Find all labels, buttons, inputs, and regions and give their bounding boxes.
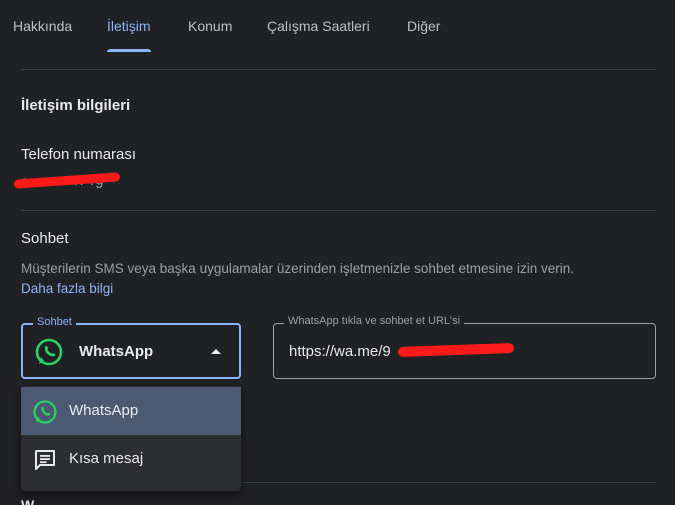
chat-description: Müşterilerin SMS veya başka uygulamalar … [21,261,575,276]
contact-page: Hakkında İletişim Konum Çalışma Saatleri… [0,0,675,505]
divider [21,210,656,211]
tab-hours[interactable]: Çalışma Saatleri [267,0,370,52]
menu-item-label: Kısa mesaj [69,450,144,467]
tab-about[interactable]: Hakkında [13,0,72,52]
chat-type-select[interactable]: Sohbet WhatsApp [21,316,241,379]
url-legend: WhatsApp tıkla ve sohbet et URL'si [284,315,465,327]
phone-label: Telefon numarası [21,146,137,163]
chat-title: Sohbet [21,230,69,247]
message-icon [35,450,55,470]
learn-more-link[interactable]: Daha fazla bilgi [21,281,113,296]
select-value: WhatsApp [79,343,154,360]
chat-type-menu: WhatsApp Kısa mesaj [21,386,241,491]
whatsapp-icon [33,400,57,424]
caret-up-icon [211,349,221,354]
tab-location[interactable]: Konum [188,0,232,52]
whatsapp-icon [35,338,63,366]
select-legend: Sohbet [33,316,76,328]
tab-other[interactable]: Diğer [407,0,440,52]
tab-contact[interactable]: İletişim [107,0,151,52]
section-title-contact: İletişim bilgileri [21,97,131,114]
menu-item-label: WhatsApp [69,402,139,419]
partial-heading: W [21,497,35,505]
menu-item-sms[interactable]: Kısa mesaj [21,435,241,483]
url-value: https://wa.me/9 [289,343,391,360]
menu-item-whatsapp[interactable]: WhatsApp [21,387,241,435]
divider [21,69,656,70]
tab-bar: Hakkında İletişim Konum Çalışma Saatleri… [0,0,675,52]
